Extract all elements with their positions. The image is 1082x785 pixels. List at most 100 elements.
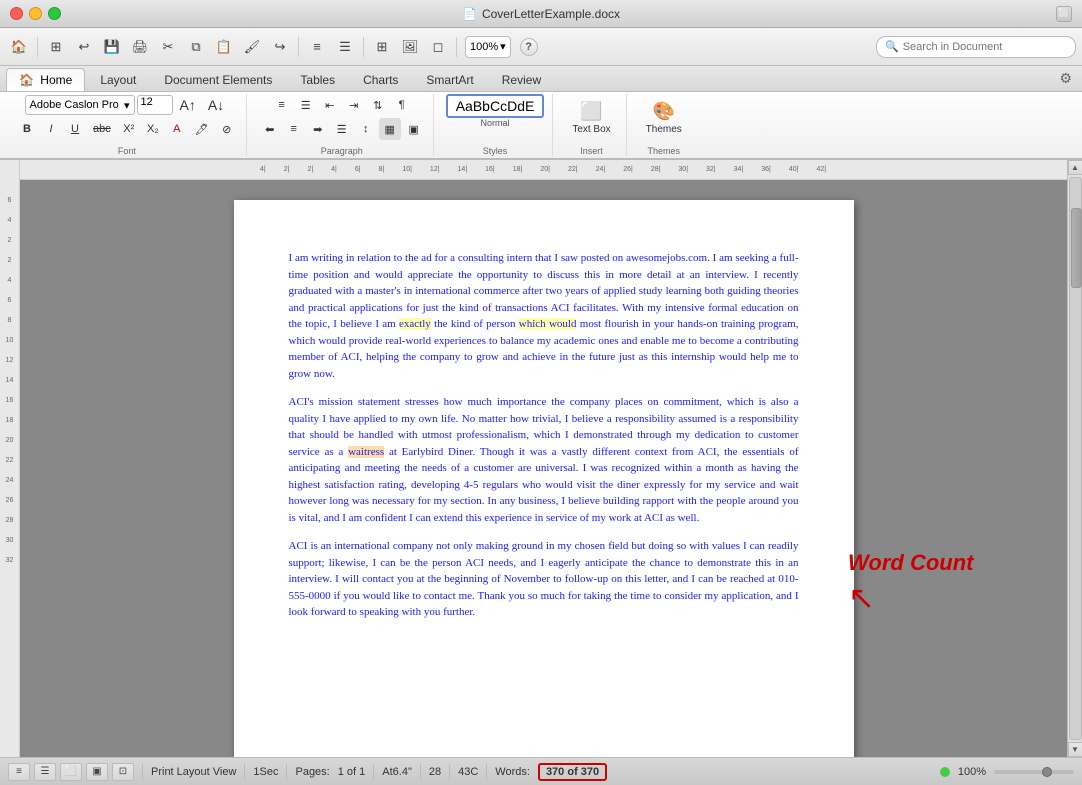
themes-button[interactable]: 🎨 Themes (639, 94, 689, 142)
tab-smartart[interactable]: SmartArt (413, 68, 486, 91)
window-resize-button[interactable]: ⬜ (1056, 6, 1072, 22)
document-scroll[interactable]: I am writing in relation to the ad for a… (20, 180, 1067, 757)
ruler-left-mark: 4 (8, 210, 12, 230)
textbox-icon: ⬜ (580, 101, 602, 122)
status-section: 1Sec (253, 766, 278, 778)
home-icon[interactable]: 🏠 (6, 34, 32, 60)
borders-button[interactable]: ▣ (403, 118, 425, 140)
scissors-icon[interactable]: ✂ (155, 34, 181, 60)
toolbar-separator-3 (363, 37, 364, 57)
font-row-2: B I U abc X² X₂ A 🖊 ⊘ (16, 118, 238, 140)
search-box[interactable]: 🔍 (876, 36, 1076, 58)
superscript-button[interactable]: X² (118, 118, 140, 140)
window-title: CoverLetterExample.docx (482, 7, 620, 21)
undo-icon[interactable]: ↩ (71, 34, 97, 60)
status-separator-2 (244, 764, 245, 780)
ruler-left-mark: 6 (8, 290, 12, 310)
zoom-slider[interactable] (994, 770, 1074, 774)
ribbon-settings-icon[interactable]: ⚙ (1055, 66, 1076, 91)
save-icon[interactable]: 💾 (99, 34, 125, 60)
font-name-dropdown[interactable]: ▾ (124, 99, 130, 112)
ribbon-group-paragraph: ≡ ☰ ⇤ ⇥ ⇅ ¶ ⬅ ≡ ➡ ☰ ↕ ▦ ▣ Paragraph (251, 94, 434, 156)
maximize-button[interactable] (48, 7, 61, 20)
toolbar-separator (37, 37, 38, 57)
table-icon[interactable]: ⊞ (369, 34, 395, 60)
bold-button[interactable]: B (16, 118, 38, 140)
tab-layout[interactable]: Layout (87, 68, 149, 91)
toolbar-separator-4 (456, 37, 457, 57)
paste-icon[interactable]: 📋 (211, 34, 237, 60)
ruler-left-mark: 30 (6, 530, 14, 550)
zoom-dropdown-icon[interactable]: ▾ (500, 40, 506, 53)
copy-icon[interactable]: ⧉ (183, 34, 209, 60)
bullets-button[interactable]: ≡ (271, 94, 293, 116)
zoom-slider-thumb[interactable] (1042, 767, 1052, 777)
strikethrough-button[interactable]: abc (88, 118, 116, 140)
shading-button[interactable]: ▦ (379, 118, 401, 140)
font-shrink-button[interactable]: A↓ (203, 94, 229, 116)
bullet-list-icon[interactable]: ≡ (304, 34, 330, 60)
title-icon: 📄 (462, 7, 477, 21)
style-normal-preview[interactable]: AaBbCcDdE (446, 94, 545, 118)
align-right-button[interactable]: ➡ (307, 118, 329, 140)
view-btn-2[interactable]: ☰ (34, 763, 56, 781)
tab-tables[interactable]: Tables (287, 68, 348, 91)
align-left-button[interactable]: ⬅ (259, 118, 281, 140)
toolbar: 🏠 ⊞ ↩ 💾 🖨 ✂ ⧉ 📋 🖌 ↪ ≡ ☰ ⊞ 🖼 ◻ 100% ▾ ? 🔍 (0, 28, 1082, 66)
tab-charts[interactable]: Charts (350, 68, 411, 91)
minimize-button[interactable] (29, 7, 42, 20)
highlight-button[interactable]: 🖊 (190, 118, 214, 140)
ribbon-group-font: Adobe Caslon Pro ▾ 12 A↑ A↓ B I U abc X²… (8, 94, 247, 156)
font-row-1: Adobe Caslon Pro ▾ 12 A↑ A↓ (25, 94, 230, 116)
clear-format-button[interactable]: ⊘ (216, 118, 238, 140)
search-icon: 🔍 (885, 40, 899, 53)
grid-view-icon[interactable]: ⊞ (43, 34, 69, 60)
show-marks-button[interactable]: ¶ (391, 94, 413, 116)
justify-button[interactable]: ☰ (331, 118, 353, 140)
status-separator-4 (373, 764, 374, 780)
numbered-list-icon[interactable]: ☰ (332, 34, 358, 60)
sort-button[interactable]: ⇅ (367, 94, 389, 116)
ruler-left-mark: 16 (6, 390, 14, 410)
search-area: 🔍 (876, 36, 1076, 58)
close-button[interactable] (10, 7, 23, 20)
view-btn-5[interactable]: ⊡ (112, 763, 134, 781)
font-size-selector[interactable]: 12 (137, 95, 173, 115)
view-btn-4[interactable]: ▣ (86, 763, 108, 781)
tab-home[interactable]: 🏠 Home (6, 68, 85, 91)
indent-button[interactable]: ⇥ (343, 94, 365, 116)
outdent-button[interactable]: ⇤ (319, 94, 341, 116)
font-color-button[interactable]: A (166, 118, 188, 140)
left-ruler: 6 4 2 2 4 6 8 10 12 14 16 18 20 22 24 26… (0, 160, 20, 757)
underline-button[interactable]: U (64, 118, 86, 140)
help-button[interactable]: ? (520, 38, 538, 56)
photo-icon[interactable]: 🖼 (397, 34, 423, 60)
font-name-selector[interactable]: Adobe Caslon Pro ▾ (25, 95, 135, 115)
italic-button[interactable]: I (40, 118, 62, 140)
font-grow-button[interactable]: A↑ (175, 94, 201, 116)
line-spacing-button[interactable]: ↕ (355, 118, 377, 140)
insert-textbox-button[interactable]: ⬜ Text Box (565, 94, 617, 142)
view-btn-1[interactable]: ≡ (8, 763, 30, 781)
scroll-track[interactable] (1069, 177, 1082, 740)
print-icon[interactable]: 🖨 (127, 34, 153, 60)
view-btn-3[interactable]: ⬜ (60, 763, 82, 781)
zoom-selector[interactable]: 100% ▾ (465, 36, 511, 58)
tab-review[interactable]: Review (489, 68, 554, 91)
subscript-button[interactable]: X₂ (142, 118, 164, 140)
zoom-value: 100% (470, 41, 498, 53)
shape-icon[interactable]: ◻ (425, 34, 451, 60)
document-content[interactable]: I am writing in relation to the ad for a… (289, 250, 799, 621)
search-input[interactable] (903, 41, 1067, 53)
scroll-down-button[interactable]: ▼ (1068, 742, 1082, 757)
scroll-thumb[interactable] (1071, 208, 1082, 288)
ribbon-tabs: 🏠 Home Layout Document Elements Tables C… (0, 66, 1082, 92)
tab-document-elements[interactable]: Document Elements (151, 68, 285, 91)
word-count-annotation: Word Count ↙ (848, 550, 973, 619)
format-painter-icon[interactable]: 🖌 (239, 34, 265, 60)
redo-icon[interactable]: ↪ (267, 34, 293, 60)
numbered-button[interactable]: ☰ (295, 94, 317, 116)
annotation-text: Word Count (848, 550, 973, 576)
scroll-up-button[interactable]: ▲ (1068, 160, 1082, 175)
align-center-button[interactable]: ≡ (283, 118, 305, 140)
